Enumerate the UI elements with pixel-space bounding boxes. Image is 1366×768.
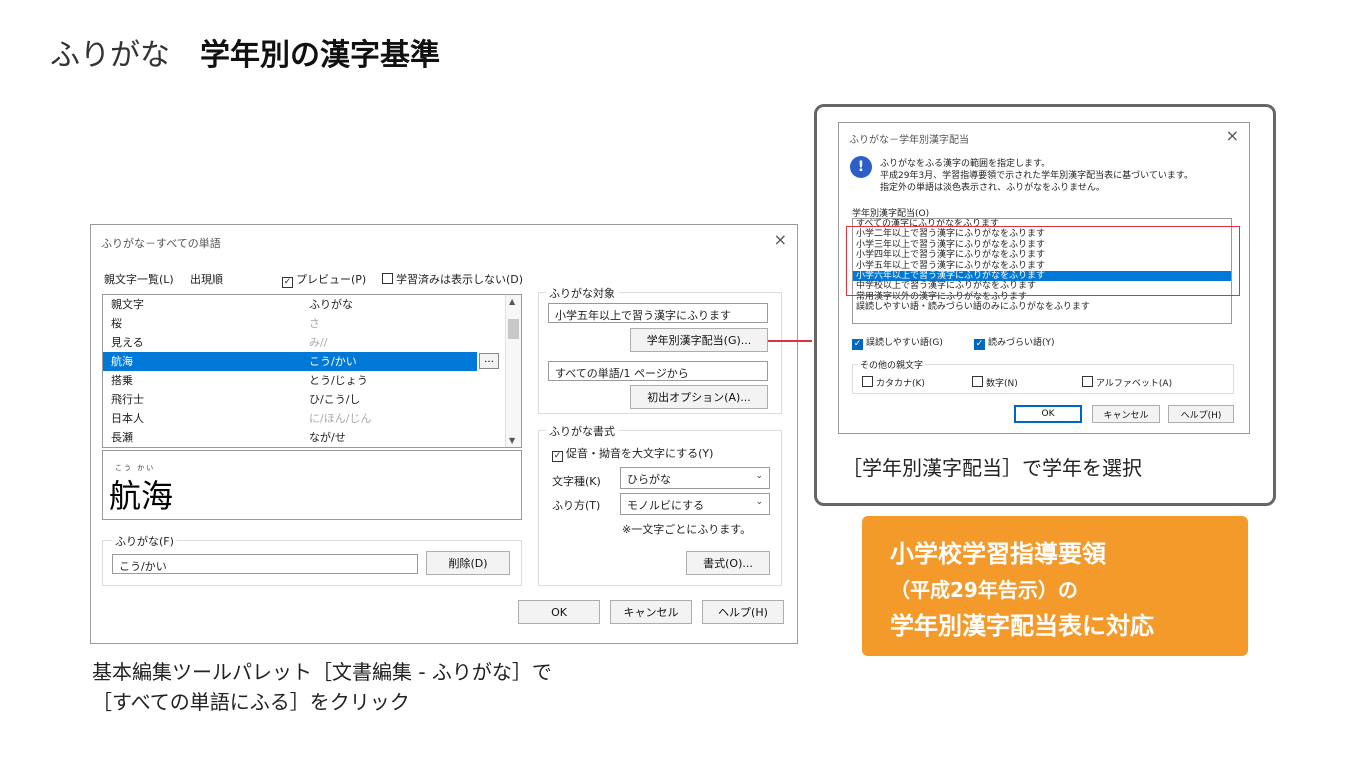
right-caption: ［学年別漢字配当］で学年を選択 bbox=[842, 456, 1142, 480]
slide-title: ふりがな 学年別の漢字基準 bbox=[50, 30, 440, 74]
grade-kanji-button[interactable]: 学年別漢字配当(G)... bbox=[630, 328, 768, 352]
preview-checkbox[interactable]: ✓ プレビュー(P) bbox=[282, 271, 366, 288]
list-scrollbar[interactable]: ▲ ▼ bbox=[505, 295, 521, 447]
small-kana-checkbox[interactable]: ✓ 促音・拗音を大文字にする(Y) bbox=[552, 445, 713, 462]
method-label: ふり方(T) bbox=[552, 499, 601, 512]
checkbox-empty-icon bbox=[1082, 376, 1093, 387]
ellipsis-button[interactable]: … bbox=[479, 353, 499, 369]
checkbox-empty-icon bbox=[382, 273, 393, 284]
highlight-box bbox=[846, 226, 1240, 296]
char-type-select[interactable]: ひらがな ⌄ bbox=[620, 467, 770, 489]
ok-button[interactable]: OK bbox=[518, 600, 600, 624]
table-row[interactable]: 搭乗 とう/じょう bbox=[103, 371, 521, 390]
order-label: 出現順 bbox=[190, 273, 223, 286]
title-bold: 学年別の漢字基準 bbox=[200, 38, 440, 73]
col-furigana: ふりがな bbox=[309, 298, 353, 311]
misread-checkbox[interactable]: ✓ 誤読しやすい語(G) bbox=[852, 335, 943, 350]
method-note: ※一文字ごとにふります。 bbox=[622, 523, 752, 536]
parent-word-list[interactable]: 親文字 ふりがな 桜さ 見える み// 航海 こう/かい… 搭乗 とう/じょう 飛行士… bbox=[102, 294, 522, 448]
chevron-down-icon: ⌄ bbox=[755, 497, 763, 507]
cancel-button[interactable]: キャンセル bbox=[610, 600, 692, 624]
grade-ok-button[interactable]: OK bbox=[1014, 405, 1082, 423]
check-icon: ✓ bbox=[282, 277, 293, 288]
format-button[interactable]: 書式(O)... bbox=[686, 551, 770, 575]
table-row[interactable]: 桜さ bbox=[103, 314, 521, 333]
katakana-checkbox[interactable]: カタカナ(K) bbox=[862, 376, 925, 389]
preview-text: 航海 bbox=[109, 477, 174, 515]
char-type-label: 文字種(K) bbox=[552, 475, 601, 488]
checkbox-empty-icon bbox=[862, 376, 873, 387]
furigana-group-label: ふりがな(F) bbox=[112, 533, 177, 549]
hide-learned-checkbox[interactable]: 学習済みは表示しない(D) bbox=[382, 271, 523, 287]
info-icon: ! bbox=[850, 156, 872, 178]
grade-help-button[interactable]: ヘルプ(H) bbox=[1168, 405, 1234, 423]
info-line-3: 指定外の単語は淡色表示され、ふりがなをふりません。 bbox=[880, 183, 1105, 193]
table-row[interactable]: 長瀬 なが/せ bbox=[103, 428, 521, 447]
scroll-down-icon[interactable]: ▼ bbox=[509, 436, 515, 445]
title-light: ふりがな bbox=[50, 38, 170, 73]
callout-line-1: 小学校学習指導要領 bbox=[890, 540, 1106, 568]
target-group-label: ふりがな対象 bbox=[546, 285, 618, 301]
scope-value: すべての単語/1 ページから bbox=[548, 361, 768, 381]
parent-list-label: 親文字一覧(L) bbox=[104, 273, 174, 286]
table-row[interactable]: 日本人 に/ほん/じん bbox=[103, 409, 521, 428]
preview-pane: こう かい 航海 bbox=[102, 450, 522, 520]
preview-label: プレビュー(P) bbox=[296, 273, 367, 286]
format-group-label: ふりがな書式 bbox=[546, 423, 618, 439]
scroll-thumb[interactable] bbox=[508, 319, 519, 339]
target-value: 小学五年以上で習う漢字にふります bbox=[548, 303, 768, 323]
dialog-title: ふりがな－すべての単語 bbox=[101, 237, 221, 250]
close-icon[interactable]: × bbox=[1226, 126, 1239, 145]
list-item[interactable]: 誤読しやすい語・読みづらい語のみにふりがなをふります bbox=[853, 302, 1231, 312]
connector-line bbox=[768, 340, 812, 342]
checkbox-empty-icon bbox=[972, 376, 983, 387]
hide-learned-label: 学習済みは表示しない(D) bbox=[396, 273, 524, 286]
delete-button[interactable]: 削除(D) bbox=[426, 551, 510, 575]
close-icon[interactable]: × bbox=[774, 230, 787, 249]
grade-cancel-button[interactable]: キャンセル bbox=[1092, 405, 1160, 423]
furigana-input[interactable]: こう/かい bbox=[112, 554, 418, 574]
first-option-button[interactable]: 初出オプション(A)... bbox=[630, 385, 768, 409]
table-row[interactable]: 見える み// bbox=[103, 333, 521, 352]
callout-line-2: （平成29年告示）の bbox=[890, 578, 1078, 602]
chevron-down-icon: ⌄ bbox=[755, 471, 763, 481]
table-row-selected[interactable]: 航海 こう/かい… bbox=[103, 352, 499, 371]
scroll-up-icon[interactable]: ▲ bbox=[509, 297, 515, 306]
check-icon: ✓ bbox=[552, 451, 563, 462]
col-parent: 親文字 bbox=[111, 298, 144, 311]
table-row[interactable]: 飛行士 ひ/こう/し bbox=[103, 390, 521, 409]
digits-checkbox[interactable]: 数字(N) bbox=[972, 376, 1018, 389]
other-group-label: その他の親文字 bbox=[858, 358, 926, 371]
grade-dialog-title: ふりがな－学年別漢字配当 bbox=[849, 135, 969, 146]
method-select[interactable]: モノルビにする ⌄ bbox=[620, 493, 770, 515]
callout-line-3: 学年別漢字配当表に対応 bbox=[890, 612, 1154, 640]
caption-line-1: 基本編集ツールパレット［文書編集 - ふりがな］で bbox=[92, 660, 552, 684]
hard-to-read-checkbox[interactable]: ✓ 読みづらい語(Y) bbox=[974, 335, 1055, 350]
help-button[interactable]: ヘルプ(H) bbox=[702, 600, 784, 624]
caption-line-2: ［すべての単語にふる］をクリック bbox=[92, 690, 410, 714]
callout-box: 小学校学習指導要領 （平成29年告示）の 学年別漢字配当表に対応 bbox=[862, 516, 1248, 656]
check-icon: ✓ bbox=[974, 339, 985, 350]
alphabet-checkbox[interactable]: アルファベット(A) bbox=[1082, 376, 1172, 389]
small-kana-label: 促音・拗音を大文字にする(Y) bbox=[566, 447, 714, 460]
list-header: 親文字 ふりがな bbox=[103, 295, 521, 314]
check-icon: ✓ bbox=[852, 339, 863, 350]
